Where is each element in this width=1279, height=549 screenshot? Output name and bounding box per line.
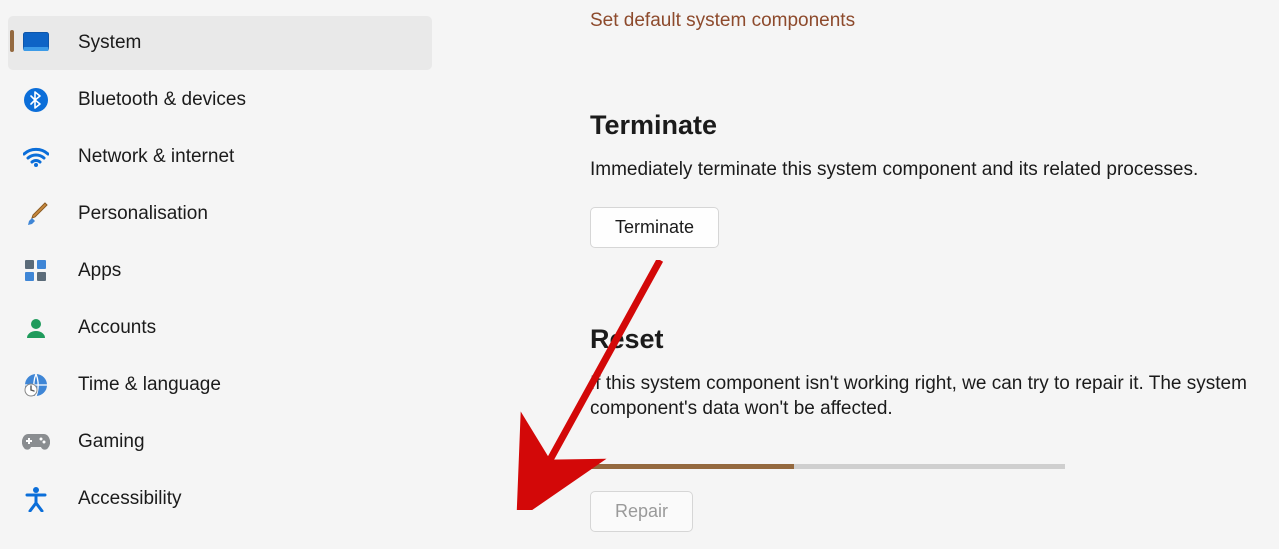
sidebar-item-label: Time & language xyxy=(78,374,221,396)
accounts-icon xyxy=(22,314,50,342)
sidebar-item-label: Network & internet xyxy=(78,146,234,168)
apps-icon xyxy=(22,257,50,285)
terminate-heading: Terminate xyxy=(590,110,1269,141)
sidebar-item-personalisation[interactable]: Personalisation xyxy=(8,187,432,241)
accessibility-icon xyxy=(22,485,50,513)
bluetooth-icon xyxy=(22,86,50,114)
settings-sidebar: System Bluetooth & devices Network & int… xyxy=(0,0,440,549)
reset-description: If this system component isn't working r… xyxy=(590,371,1250,422)
sidebar-item-label: System xyxy=(78,32,141,54)
sidebar-item-bluetooth[interactable]: Bluetooth & devices xyxy=(8,73,432,127)
time-language-icon xyxy=(22,371,50,399)
sidebar-active-indicator xyxy=(10,30,14,52)
sidebar-item-accounts[interactable]: Accounts xyxy=(8,301,432,355)
repair-button: Repair xyxy=(590,491,693,532)
sidebar-item-label: Accessibility xyxy=(78,488,181,510)
sidebar-item-network[interactable]: Network & internet xyxy=(8,130,432,184)
wifi-icon xyxy=(22,143,50,171)
sidebar-item-label: Gaming xyxy=(78,431,145,453)
set-default-link[interactable]: Set default system components xyxy=(590,10,1269,32)
repair-progress-fill xyxy=(590,464,794,469)
sidebar-item-label: Apps xyxy=(78,260,121,282)
sidebar-item-accessibility[interactable]: Accessibility xyxy=(8,472,432,526)
sidebar-item-gaming[interactable]: Gaming xyxy=(8,415,432,469)
system-icon xyxy=(22,29,50,57)
sidebar-item-label: Accounts xyxy=(78,317,156,339)
sidebar-item-time-language[interactable]: Time & language xyxy=(8,358,432,412)
sidebar-item-label: Personalisation xyxy=(78,203,208,225)
terminate-button[interactable]: Terminate xyxy=(590,207,719,248)
terminate-description: Immediately terminate this system compon… xyxy=(590,157,1250,183)
sidebar-item-apps[interactable]: Apps xyxy=(8,244,432,298)
gaming-icon xyxy=(22,428,50,456)
main-content: Set default system components Terminate … xyxy=(440,0,1279,549)
reset-heading: Reset xyxy=(590,324,1269,355)
repair-progress-bar xyxy=(590,464,1065,469)
paintbrush-icon xyxy=(22,200,50,228)
sidebar-item-label: Bluetooth & devices xyxy=(78,89,246,111)
sidebar-item-system[interactable]: System xyxy=(8,16,432,70)
